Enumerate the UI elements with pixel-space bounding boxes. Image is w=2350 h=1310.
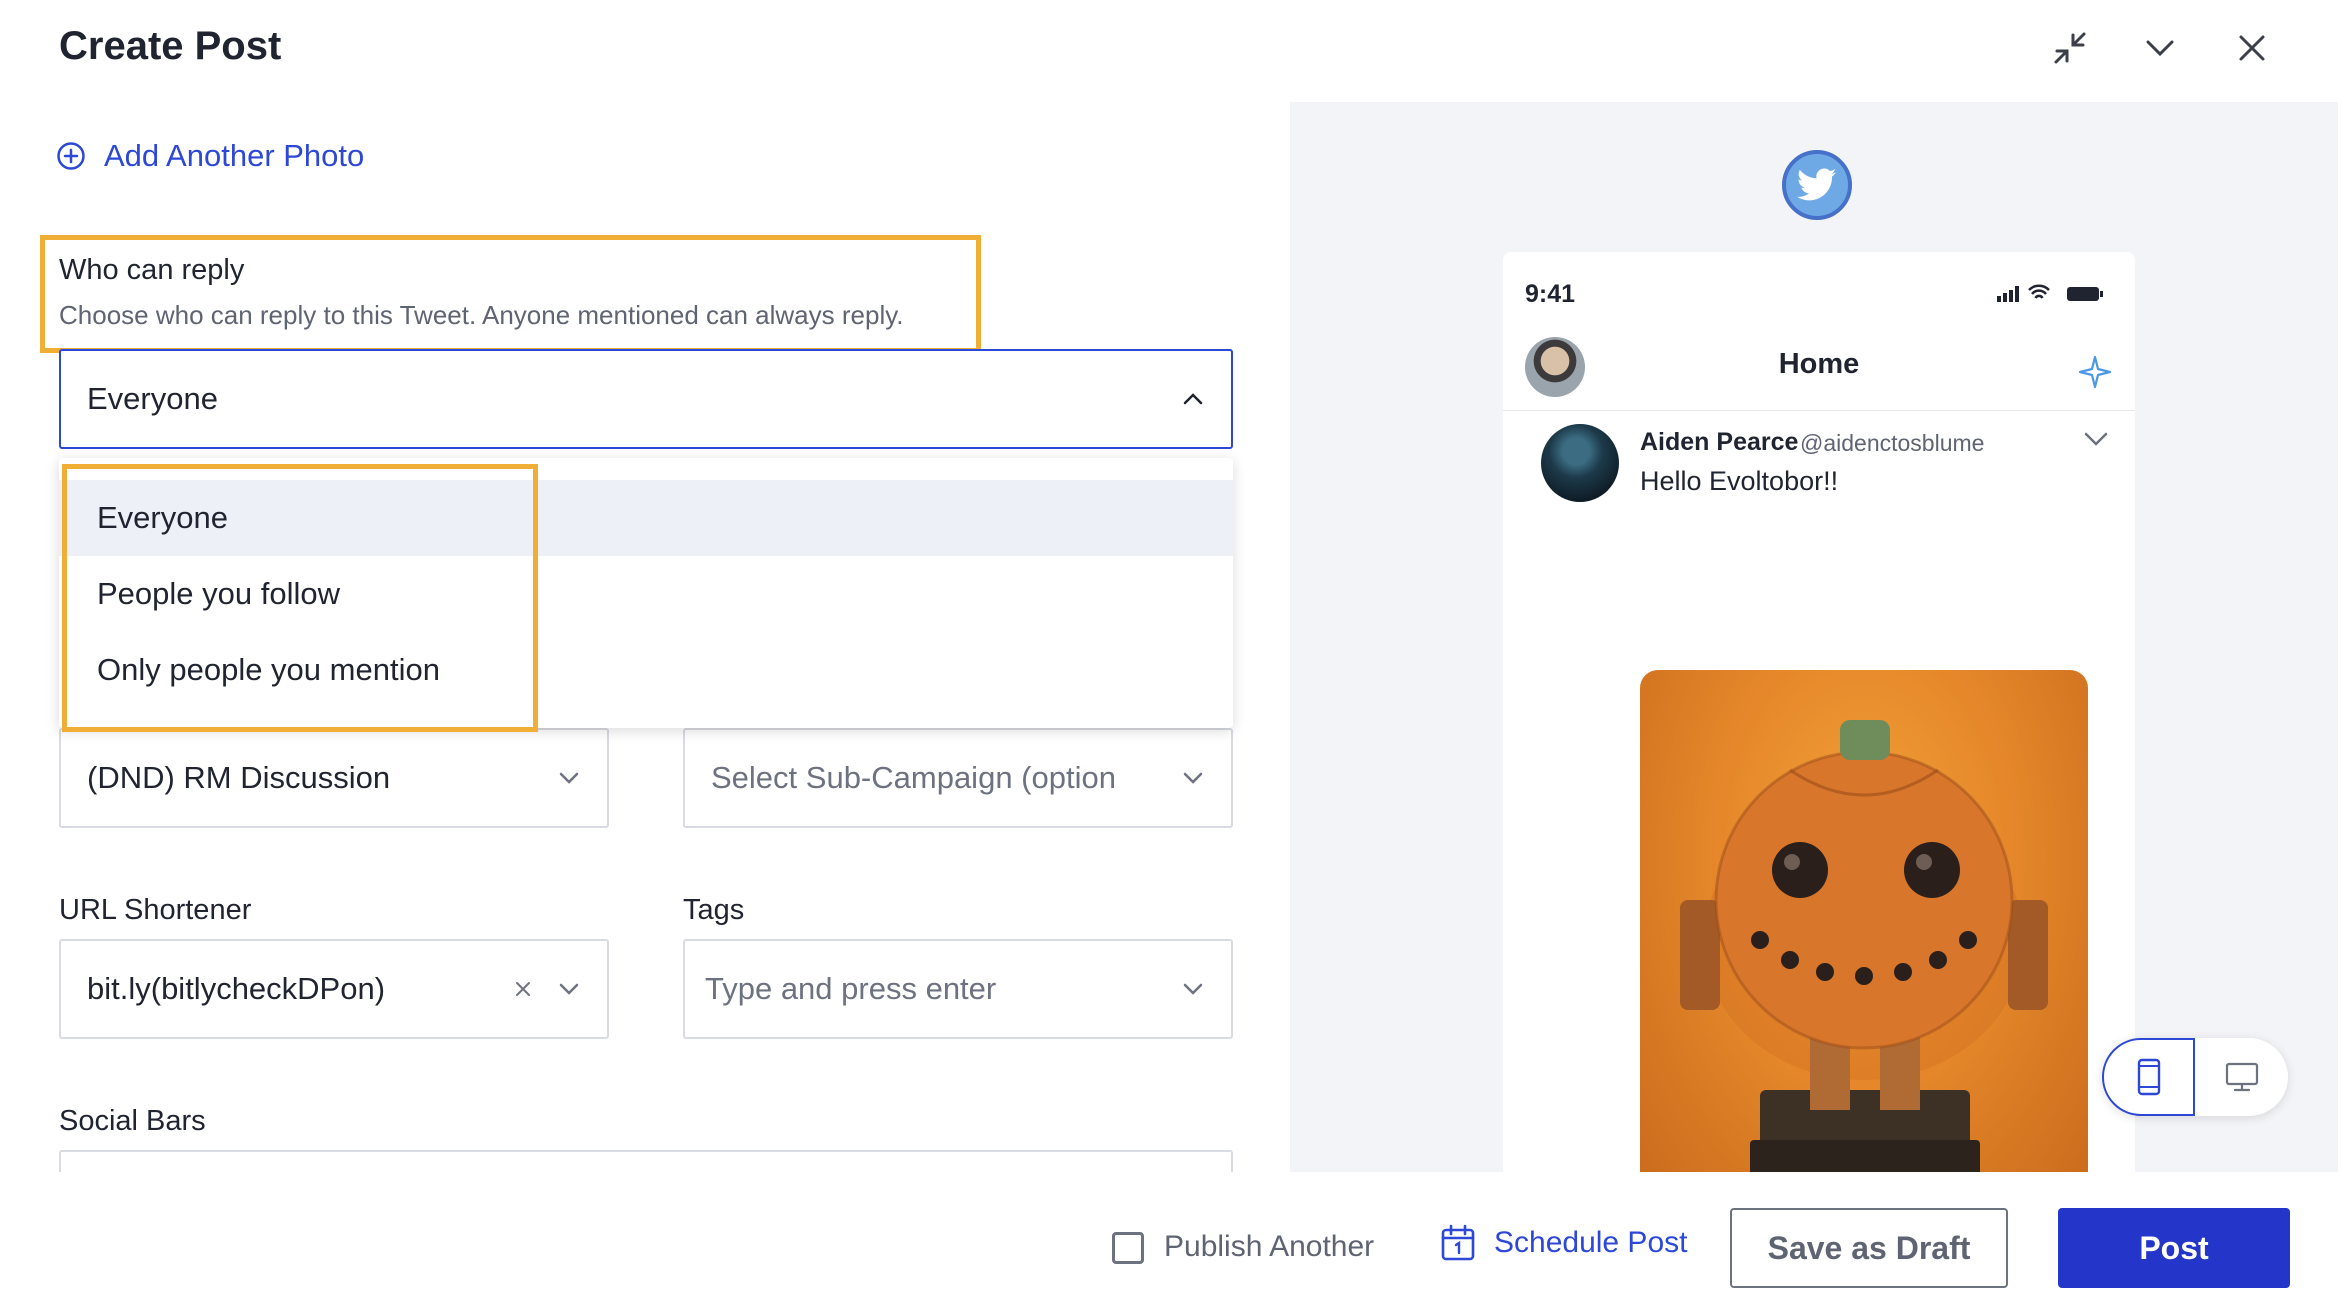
- collapse-icon[interactable]: [2046, 24, 2094, 72]
- add-photo-label: Add Another Photo: [104, 138, 365, 173]
- tweet-text: Hello Evoltobor!!: [1640, 466, 1839, 496]
- tweet-avatar: [1541, 424, 1619, 502]
- chevron-up-icon: [1183, 393, 1203, 405]
- add-circle-icon: [57, 142, 85, 170]
- mobile-view-button[interactable]: [2102, 1038, 2195, 1116]
- header: Create Post: [0, 0, 2350, 102]
- phone-preview: 9:41 Home Aiden Pearce @aidenctosblume H…: [1503, 252, 2135, 1172]
- preview-panel: 9:41 Home Aiden Pearce @aidenctosblume H…: [1290, 102, 2338, 1172]
- desktop-view-icon: [2225, 1062, 2258, 1092]
- chevron-down-icon[interactable]: [2136, 24, 2184, 72]
- status-icons: [1997, 284, 2103, 302]
- campaign-select[interactable]: (DND) RM Discussion: [59, 728, 609, 828]
- calendar-icon: [1441, 1224, 1475, 1261]
- schedule-post-label: Schedule Post: [1494, 1226, 1688, 1259]
- tweet-author-name: Aiden Pearce: [1640, 428, 1799, 456]
- mobile-view-icon: [2137, 1058, 2160, 1096]
- reply-select[interactable]: Everyone: [59, 349, 1233, 449]
- tags-input[interactable]: Type and press enter: [683, 939, 1233, 1039]
- chevron-down-icon: [559, 983, 579, 995]
- clear-icon[interactable]: [511, 977, 535, 1001]
- status-time: 9:41: [1525, 280, 1576, 308]
- desktop-view-button[interactable]: [2195, 1038, 2288, 1116]
- url-shortener-value: bit.ly(bitlycheckDPon): [87, 971, 386, 1006]
- reply-description: Choose who can reply to this Tweet. Anyo…: [59, 300, 904, 330]
- reply-label: Who can reply: [59, 254, 245, 286]
- tags-placeholder: Type and press enter: [705, 971, 997, 1006]
- campaign-value: (DND) RM Discussion: [87, 760, 391, 795]
- reply-label-highlight: [40, 235, 981, 353]
- add-photo-button[interactable]: Add Another Photo: [56, 138, 364, 174]
- page-title: Create Post: [59, 24, 282, 68]
- tags-label: Tags: [683, 894, 745, 926]
- footer: Publish Another Schedule Post Save as Dr…: [0, 1172, 2350, 1310]
- home-title: Home: [1778, 348, 1860, 380]
- chevron-down-icon[interactable]: [2081, 424, 2111, 454]
- close-icon[interactable]: [2228, 24, 2276, 72]
- save-draft-button[interactable]: Save as Draft: [1730, 1208, 2008, 1288]
- tweet-image: [1640, 670, 2088, 1172]
- sparkle-icon[interactable]: [2077, 354, 2113, 390]
- url-shortener-label: URL Shortener: [59, 894, 252, 926]
- view-mode-toggle: [2102, 1038, 2288, 1116]
- twitter-icon[interactable]: [1782, 150, 1852, 220]
- chevron-down-icon: [559, 772, 579, 784]
- schedule-post-button[interactable]: Schedule Post: [1440, 1224, 1687, 1262]
- reply-select-value: Everyone: [87, 381, 218, 416]
- sub-campaign-select[interactable]: Select Sub-Campaign (option: [683, 728, 1233, 828]
- publish-another-checkbox[interactable]: [1112, 1232, 1144, 1264]
- social-bars-label: Social Bars: [59, 1105, 206, 1137]
- chevron-down-icon: [1183, 983, 1203, 995]
- url-shortener-select[interactable]: bit.ly(bitlycheckDPon): [59, 939, 609, 1039]
- post-form-panel: Add Another Photo Who can reply Choose w…: [12, 102, 1290, 1172]
- social-bars-select[interactable]: [59, 1150, 1233, 1172]
- sub-campaign-placeholder: Select Sub-Campaign (option: [711, 760, 1116, 795]
- post-button[interactable]: Post: [2058, 1208, 2290, 1288]
- chevron-down-icon: [1183, 772, 1203, 784]
- tweet-author-handle: @aidenctosblume: [1800, 430, 1985, 456]
- divider: [1503, 410, 2135, 411]
- publish-another-label[interactable]: Publish Another: [1164, 1230, 1374, 1264]
- reply-options-highlight: [62, 464, 538, 732]
